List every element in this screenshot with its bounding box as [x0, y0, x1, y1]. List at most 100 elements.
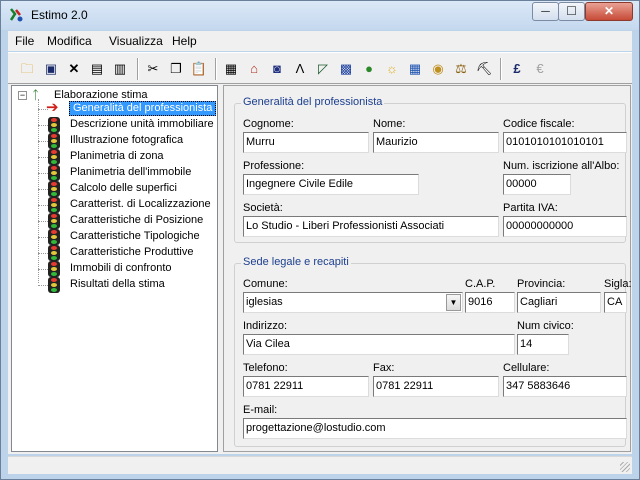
partita-iva-field[interactable]: 00000000000: [503, 216, 627, 237]
nome-label: Nome:: [373, 118, 406, 130]
menu-visualizza[interactable]: Visualizza: [109, 34, 163, 48]
collapse-icon[interactable]: −: [18, 91, 27, 100]
house-icon[interactable]: ⌂: [245, 60, 263, 78]
traffic-light-icon: [48, 197, 60, 213]
comune-value: iglesias: [246, 296, 283, 308]
tree-connector: [38, 285, 48, 286]
telefono-field[interactable]: 0781 22911: [243, 376, 369, 397]
client-area: − ᛏ Elaborazione stima ➔ Generalità del …: [8, 84, 632, 454]
tree-item-planimetria-immobile[interactable]: Planimetria dell'immobile: [38, 165, 218, 181]
scales-icon[interactable]: ⚖: [452, 60, 470, 78]
group-title: Sede legale e recapiti: [241, 256, 351, 268]
cellulare-field[interactable]: 347 5883646: [503, 376, 627, 397]
email-label: E-mail:: [243, 404, 278, 416]
indirizzo-label: Indirizzo:: [243, 320, 288, 332]
traffic-light-icon: [48, 277, 60, 293]
delete-icon[interactable]: ✕: [65, 60, 83, 78]
copy-icon[interactable]: ❐: [167, 60, 185, 78]
codice-fiscale-label: Codice fiscale:: [503, 118, 575, 130]
globe-icon[interactable]: ●: [360, 60, 378, 78]
grid-icon[interactable]: ▦: [406, 60, 424, 78]
sigla-label: Sigla:: [604, 278, 632, 290]
cognome-field[interactable]: Murru: [243, 132, 369, 153]
minimize-button[interactable]: ─: [532, 2, 559, 21]
cut-icon[interactable]: ✂: [144, 60, 162, 78]
comune-label: Comune:: [243, 278, 288, 290]
tree-item-planimetria-zona[interactable]: Planimetria di zona: [38, 149, 218, 165]
save-as-icon[interactable]: ▤: [88, 60, 106, 78]
tree-item-tipologiche[interactable]: Caratteristiche Tipologiche: [38, 229, 218, 245]
ruler-icon[interactable]: ◸: [314, 60, 332, 78]
open-folder-icon[interactable]: 🗀: [18, 60, 36, 78]
professione-field[interactable]: Ingegnere Civile Edile: [243, 174, 419, 195]
tree-connector: [38, 205, 48, 206]
tree-item-label: Descrizione unità immobiliare: [70, 118, 214, 130]
navigation-tree[interactable]: − ᛏ Elaborazione stima ➔ Generalità del …: [11, 85, 218, 452]
close-button[interactable]: ✕: [585, 2, 633, 21]
calculator-icon[interactable]: ▩: [337, 60, 355, 78]
pound-icon[interactable]: £: [508, 60, 526, 78]
compass-icon[interactable]: Ʌ: [291, 60, 309, 78]
tree-item-label: Calcolo delle superfici: [70, 182, 177, 194]
save-icon[interactable]: ▣: [42, 60, 60, 78]
fax-label: Fax:: [373, 362, 395, 374]
tree-item-risultati[interactable]: Risultati della stima: [38, 277, 218, 293]
tree-item-produttive[interactable]: Caratteristiche Produttive: [38, 245, 218, 261]
civico-field[interactable]: 14: [517, 334, 569, 355]
tree-item-posizione[interactable]: Caratteristiche di Posizione: [38, 213, 218, 229]
coins-icon[interactable]: ◉: [429, 60, 447, 78]
tree-item-illustrazione[interactable]: Illustrazione fotografica: [38, 133, 218, 149]
chevron-down-icon[interactable]: ▼: [446, 294, 461, 311]
cap-field[interactable]: 9016: [465, 292, 515, 313]
tree-item-label: Generalità del professionista: [69, 101, 217, 116]
sigla-field[interactable]: CA: [604, 292, 627, 313]
tree-item-confronto[interactable]: Immobili di confronto: [38, 261, 218, 277]
title-bar[interactable]: Estimo 2.0 ─ ☐ ✕: [1, 1, 639, 30]
detail-panel: Generalità del professionista Cognome: M…: [223, 85, 632, 452]
tree-item-label: Caratteristiche di Posizione: [70, 214, 204, 226]
tree-connector: [38, 269, 48, 270]
menu-help[interactable]: Help: [172, 34, 197, 48]
comune-select[interactable]: iglesias ▼: [243, 292, 463, 313]
nome-field[interactable]: Maurizio: [373, 132, 499, 153]
menu-file[interactable]: File: [15, 34, 34, 48]
toolbar-separator: [137, 58, 139, 80]
traffic-light-icon: [48, 213, 60, 229]
tree-item-label: Planimetria di zona: [70, 150, 164, 162]
iscrizione-albo-field[interactable]: 00000: [503, 174, 571, 195]
paste-icon[interactable]: 📋: [190, 60, 208, 78]
tree-connector: [38, 157, 48, 158]
window-title: Estimo 2.0: [31, 8, 88, 22]
builder-icon[interactable]: ⛏: [475, 60, 493, 78]
traffic-light-icon: [48, 261, 60, 277]
resize-grip-icon[interactable]: [620, 462, 630, 472]
tree-item-calcolo-superfici[interactable]: Calcolo delle superfici: [38, 181, 218, 197]
tree-connector: [38, 99, 39, 283]
toolbar-separator: [215, 58, 217, 80]
indirizzo-field[interactable]: Via Cilea: [243, 334, 515, 355]
toolbar: 🗀 ▣ ✕ ▤ ▥ ✂ ❐ 📋 ▦ ⌂ ◙ Ʌ ◸ ▩ ● ☼ ▦ ◉ ⚖ ⛏ …: [8, 52, 632, 84]
save-all-icon[interactable]: ▥: [111, 60, 129, 78]
tree-connector: [38, 221, 48, 222]
traffic-light-icon: [48, 117, 60, 133]
camera-icon[interactable]: ◙: [268, 60, 286, 78]
tree-root-label: Elaborazione stima: [54, 89, 148, 101]
tree-item-descrizione[interactable]: Descrizione unità immobiliare: [38, 117, 218, 133]
tree-connector: [38, 253, 48, 254]
sede-group: Sede legale e recapiti Comune: iglesias …: [234, 256, 632, 447]
menu-modifica[interactable]: Modifica: [47, 34, 92, 48]
societa-label: Società:: [243, 202, 283, 214]
email-field[interactable]: progettazione@lostudio.com: [243, 418, 627, 439]
tree-item-label: Caratteristiche Produttive: [70, 246, 194, 258]
codice-fiscale-field[interactable]: 0101010101010101: [503, 132, 627, 153]
app-window: Estimo 2.0 ─ ☐ ✕ File Modifica Visualizz…: [0, 0, 640, 480]
provincia-field[interactable]: Cagliari: [517, 292, 601, 313]
societa-field[interactable]: Lo Studio - Liberi Professionisti Associ…: [243, 216, 499, 237]
arrow-right-icon: ➔: [46, 99, 59, 116]
fax-field[interactable]: 0781 22911: [373, 376, 499, 397]
sun-icon[interactable]: ☼: [383, 60, 401, 78]
tree-item-localizzazione[interactable]: Caratterist. di Localizzazione: [38, 197, 218, 213]
document-icon[interactable]: ▦: [222, 60, 240, 78]
tree-item-generalita[interactable]: ➔ Generalità del professionista: [38, 99, 218, 117]
maximize-button[interactable]: ☐: [558, 2, 585, 21]
